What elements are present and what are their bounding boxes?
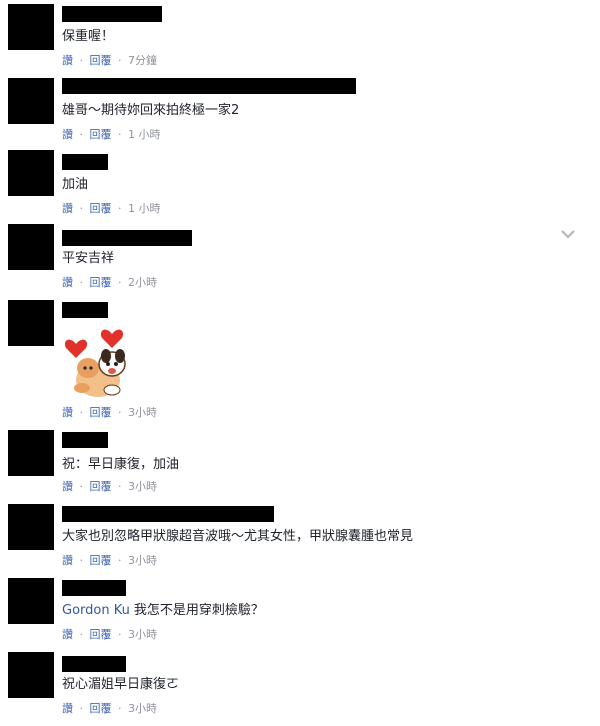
reply-link[interactable]: 回覆 bbox=[90, 54, 112, 67]
commenter-name-redacted[interactable] bbox=[62, 506, 274, 522]
timestamp[interactable]: 3小時 bbox=[128, 406, 157, 419]
like-link[interactable]: 讚 bbox=[62, 480, 73, 493]
timestamp[interactable]: 3小時 bbox=[128, 702, 157, 715]
avatar[interactable] bbox=[8, 652, 54, 698]
comment-actions: 讚 · 回覆 · 1 小時 bbox=[62, 128, 161, 142]
comment-actions: 讚 · 回覆 · 3小時 bbox=[62, 554, 157, 568]
comment-text: Gordon Ku 我怎不是用穿刺檢驗？ bbox=[62, 602, 264, 620]
comment-actions: 讚 · 回覆 · 3小時 bbox=[62, 406, 157, 420]
avatar[interactable] bbox=[8, 504, 54, 550]
mention-link[interactable]: Gordon Ku bbox=[62, 603, 130, 618]
reply-link[interactable]: 回覆 bbox=[90, 628, 112, 641]
timestamp[interactable]: 1 小時 bbox=[128, 128, 161, 141]
comment-text: 雄哥～期待妳回來拍終極一家2 bbox=[62, 103, 240, 118]
like-link[interactable]: 讚 bbox=[62, 54, 73, 67]
commenter-name-redacted[interactable] bbox=[62, 302, 108, 318]
avatar[interactable] bbox=[8, 578, 54, 624]
separator: · bbox=[79, 54, 84, 67]
comment-actions: 讚 · 回覆 · 7分鐘 bbox=[62, 54, 157, 68]
separator: · bbox=[118, 554, 122, 567]
separator: · bbox=[79, 406, 84, 419]
avatar[interactable] bbox=[8, 224, 54, 270]
commenter-name-redacted[interactable] bbox=[62, 6, 162, 22]
separator: · bbox=[118, 128, 122, 141]
separator: · bbox=[79, 128, 84, 141]
separator: · bbox=[118, 628, 122, 641]
comment-actions: 讚 · 回覆 · 2小時 bbox=[62, 276, 157, 290]
reply-link[interactable]: 回覆 bbox=[90, 554, 112, 567]
commenter-name-redacted[interactable] bbox=[62, 580, 126, 596]
comment-actions: 讚 · 回覆 · 3小時 bbox=[62, 480, 157, 494]
like-link[interactable]: 讚 bbox=[62, 276, 73, 289]
reply-link[interactable]: 回覆 bbox=[90, 276, 112, 289]
separator: · bbox=[79, 202, 84, 215]
comment-text: 祝：早日康復，加油 bbox=[62, 457, 180, 472]
avatar[interactable] bbox=[8, 150, 54, 196]
reply-link[interactable]: 回覆 bbox=[90, 406, 112, 419]
commenter-name-redacted[interactable] bbox=[62, 432, 108, 448]
reply-link[interactable]: 回覆 bbox=[90, 480, 112, 493]
reply-link[interactable]: 回覆 bbox=[90, 128, 112, 141]
separator: · bbox=[118, 202, 122, 215]
avatar[interactable] bbox=[8, 300, 54, 346]
separator: · bbox=[118, 276, 122, 289]
separator: · bbox=[79, 554, 84, 567]
like-link[interactable]: 讚 bbox=[62, 702, 73, 715]
comment-actions: 讚 · 回覆 · 1 小時 bbox=[62, 202, 161, 216]
comment-text: 大家也別忽略甲狀腺超音波哦～尤其女性，甲狀腺囊腫也常見 bbox=[62, 529, 414, 544]
separator: · bbox=[79, 276, 84, 289]
timestamp[interactable]: 1 小時 bbox=[128, 202, 161, 215]
separator: · bbox=[118, 480, 122, 493]
separator: · bbox=[79, 628, 84, 641]
comment-text: 祝心湄姐早日康復ㄛ bbox=[62, 677, 180, 692]
reply-link[interactable]: 回覆 bbox=[90, 202, 112, 215]
comment-text: 平安吉祥 bbox=[62, 251, 115, 266]
timestamp[interactable]: 3小時 bbox=[128, 554, 157, 567]
comment-body: 我怎不是用穿刺檢驗？ bbox=[133, 603, 264, 618]
avatar[interactable] bbox=[8, 430, 54, 476]
timestamp[interactable]: 3小時 bbox=[128, 628, 157, 641]
comment-text: 保重喔！ bbox=[62, 29, 115, 44]
timestamp[interactable]: 3小時 bbox=[128, 480, 157, 493]
reply-link[interactable]: 回覆 bbox=[90, 702, 112, 715]
separator: · bbox=[118, 702, 122, 715]
like-link[interactable]: 讚 bbox=[62, 406, 73, 419]
like-link[interactable]: 讚 bbox=[62, 554, 73, 567]
avatar[interactable] bbox=[8, 78, 54, 124]
timestamp[interactable]: 2小時 bbox=[128, 276, 157, 289]
separator: · bbox=[118, 406, 122, 419]
comment-actions: 讚 · 回覆 · 3小時 bbox=[62, 702, 157, 716]
avatar[interactable] bbox=[8, 4, 54, 50]
separator: · bbox=[79, 480, 84, 493]
comment-actions: 讚 · 回覆 · 3小時 bbox=[62, 628, 157, 642]
timestamp[interactable]: 7分鐘 bbox=[128, 54, 157, 67]
commenter-name-redacted[interactable] bbox=[62, 78, 356, 94]
like-link[interactable]: 讚 bbox=[62, 128, 73, 141]
separator: · bbox=[118, 54, 122, 67]
chevron-down-icon[interactable] bbox=[560, 228, 576, 240]
like-link[interactable]: 讚 bbox=[62, 628, 73, 641]
commenter-name-redacted[interactable] bbox=[62, 154, 108, 170]
commenter-name-redacted[interactable] bbox=[62, 230, 192, 246]
separator: · bbox=[79, 702, 84, 715]
like-link[interactable]: 讚 bbox=[62, 202, 73, 215]
hearts-dog-sticker bbox=[64, 329, 126, 397]
comment-text: 加油 bbox=[62, 177, 89, 192]
commenter-name-redacted[interactable] bbox=[62, 656, 126, 672]
